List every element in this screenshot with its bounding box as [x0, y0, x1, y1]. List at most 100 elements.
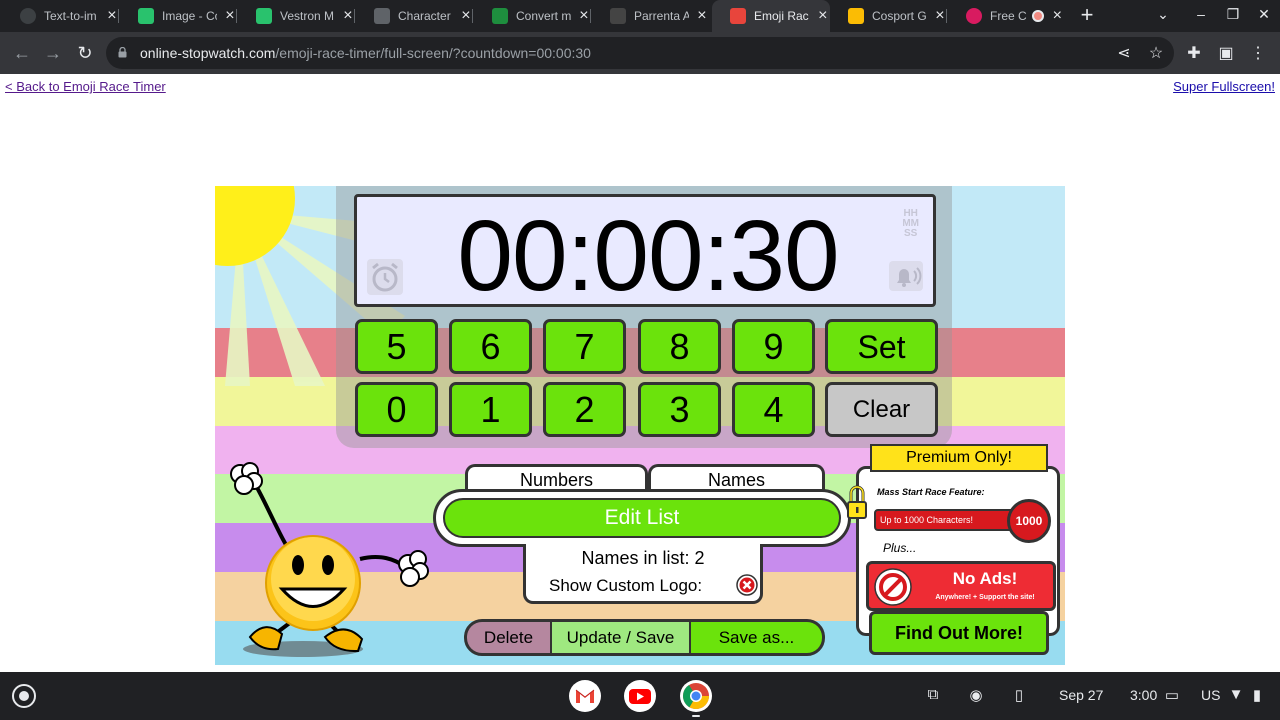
- battery-icon: ▮: [1252, 687, 1262, 704]
- key-9[interactable]: 9: [732, 319, 815, 374]
- key-5[interactable]: 5: [355, 319, 438, 374]
- back-arrow-icon[interactable]: ←: [10, 41, 34, 65]
- reload-icon[interactable]: ↻: [73, 41, 97, 65]
- extensions-icon[interactable]: ✚: [1184, 43, 1204, 63]
- browser-tab-active[interactable]: Emoji Rac ×: [712, 0, 830, 32]
- delete-button[interactable]: Delete: [467, 622, 550, 653]
- custom-logo-label: Show Custom Logo:: [549, 576, 703, 595]
- share-icon[interactable]: ⋖: [1114, 43, 1134, 63]
- tab-favicon-icon: [610, 8, 626, 24]
- close-icon[interactable]: ×: [933, 8, 947, 24]
- maximize-icon[interactable]: ❐: [1223, 6, 1243, 23]
- tab-separator: [946, 9, 947, 23]
- no-ads-subtitle: Anywhere! + Support the site!: [935, 594, 1035, 601]
- list-info-box: Names in list: 2 Show Custom Logo:: [523, 544, 763, 604]
- key-1[interactable]: 1: [449, 382, 532, 437]
- characters-bar: Up to 1000 Characters!: [874, 509, 1026, 531]
- side-panel-icon[interactable]: ▣: [1216, 43, 1236, 63]
- launcher-icon[interactable]: [12, 684, 36, 708]
- url-text: online-stopwatch.com/emoji-race-timer/fu…: [140, 45, 591, 61]
- set-button[interactable]: Set: [825, 319, 938, 374]
- clipboard-icon[interactable]: ⧉: [923, 686, 943, 706]
- close-icon[interactable]: ×: [459, 8, 473, 24]
- tab-separator: [590, 9, 591, 23]
- tab-favicon-icon: [256, 8, 272, 24]
- new-tab-button[interactable]: +: [1076, 4, 1098, 28]
- date-display[interactable]: Sep 27: [1059, 687, 1103, 703]
- time-format-toggle[interactable]: HH MM SS: [902, 209, 919, 239]
- emoji-racer-graphic: [230, 462, 429, 657]
- tab-separator: [118, 9, 119, 23]
- find-out-more-button[interactable]: Find Out More!: [869, 611, 1049, 655]
- url-domain: online-stopwatch.com: [140, 45, 276, 61]
- format-ss: SS: [903, 228, 918, 239]
- super-fullscreen-link[interactable]: Super Fullscreen!: [1173, 79, 1275, 94]
- no-ads-title: No Ads!: [952, 569, 1018, 588]
- close-icon[interactable]: ×: [1050, 8, 1065, 24]
- screen-capture-icon[interactable]: ◉: [966, 686, 986, 706]
- os-shelf: ⧉ ◉ ▯ Sep 27 3:00 ▭ US ▼ ▮: [0, 672, 1280, 720]
- browser-tab[interactable]: Image - Co ×: [120, 0, 237, 32]
- close-icon[interactable]: ×: [223, 8, 237, 24]
- close-icon[interactable]: ×: [105, 8, 119, 24]
- back-link[interactable]: < Back to Emoji Race Timer: [5, 79, 166, 94]
- page-content: < Back to Emoji Race Timer Super Fullscr…: [0, 74, 1280, 672]
- star-icon[interactable]: ☆: [1146, 43, 1166, 63]
- sound-bell-icon[interactable]: [889, 261, 923, 291]
- key-7[interactable]: 7: [543, 319, 626, 374]
- time-display[interactable]: 3:00: [1130, 687, 1157, 703]
- tab-favicon-icon: [374, 8, 390, 24]
- phone-hub-icon[interactable]: ▯: [1009, 686, 1029, 706]
- browser-tab[interactable]: Convert m ×: [474, 0, 591, 32]
- chrome-icon[interactable]: [680, 680, 712, 712]
- tab-favicon-icon: [138, 8, 154, 24]
- browser-tab[interactable]: Text-to-im ×: [2, 0, 119, 32]
- wifi-icon: ▼: [1228, 686, 1244, 703]
- padlock-icon: [847, 485, 867, 519]
- browser-tab[interactable]: Character ×: [356, 0, 473, 32]
- alarm-clock-icon[interactable]: [367, 259, 403, 295]
- edit-list-button[interactable]: Edit List: [443, 498, 841, 538]
- save-as-button[interactable]: Save as...: [691, 622, 822, 653]
- url-path: /emoji-race-timer/full-screen/?countdown…: [275, 45, 591, 61]
- key-3[interactable]: 3: [638, 382, 721, 437]
- timer-stage: 00:00:30 HHMMSS 5 6 7 8 9 Set 0 1 2 3: [215, 186, 1065, 665]
- tab-separator: [472, 9, 473, 23]
- menu-icon[interactable]: ⋮: [1248, 43, 1268, 63]
- minimize-icon[interactable]: –: [1191, 6, 1211, 22]
- clear-button[interactable]: Clear: [825, 382, 938, 437]
- no-ads-banner[interactable]: No Ads! Anywhere! + Support the site!: [866, 561, 1056, 611]
- key-8[interactable]: 8: [638, 319, 721, 374]
- tab-title: Convert m: [516, 9, 571, 23]
- browser-tab[interactable]: Parrenta A ×: [592, 0, 709, 32]
- gmail-icon[interactable]: [569, 680, 601, 712]
- tab-favicon-icon: [848, 8, 864, 24]
- characters-count-badge: 1000: [1007, 499, 1051, 543]
- tab-favicon-icon: [20, 8, 36, 24]
- close-window-icon[interactable]: ✕: [1254, 6, 1274, 23]
- forward-arrow-icon[interactable]: →: [41, 41, 65, 65]
- tab-title: Character: [398, 9, 451, 23]
- tab-title: Cosport G: [872, 9, 927, 23]
- key-2[interactable]: 2: [543, 382, 626, 437]
- keyboard-locale[interactable]: US: [1201, 687, 1220, 703]
- browser-tab[interactable]: Cosport G ×: [830, 0, 947, 32]
- update-save-button[interactable]: Update / Save: [552, 622, 689, 653]
- close-icon[interactable]: ×: [577, 8, 591, 24]
- no-sign-icon: [874, 568, 912, 606]
- close-icon[interactable]: ×: [341, 8, 355, 24]
- browser-tab[interactable]: Free C ×: [948, 0, 1065, 32]
- close-icon[interactable]: ×: [695, 8, 709, 24]
- close-circle-icon[interactable]: [736, 574, 758, 596]
- mass-start-label: Mass Start Race Feature:: [877, 487, 985, 497]
- tab-search-icon[interactable]: ⌄: [1153, 6, 1173, 23]
- address-bar[interactable]: online-stopwatch.com/emoji-race-timer/fu…: [106, 37, 1174, 69]
- youtube-icon[interactable]: [624, 680, 656, 712]
- key-4[interactable]: 4: [732, 382, 815, 437]
- key-0[interactable]: 0: [355, 382, 438, 437]
- browser-tab[interactable]: Vestron M ×: [238, 0, 355, 32]
- close-icon[interactable]: ×: [816, 8, 830, 24]
- tab-title: Image - Co: [162, 9, 217, 23]
- tab-title: Vestron M: [280, 9, 335, 23]
- key-6[interactable]: 6: [449, 319, 532, 374]
